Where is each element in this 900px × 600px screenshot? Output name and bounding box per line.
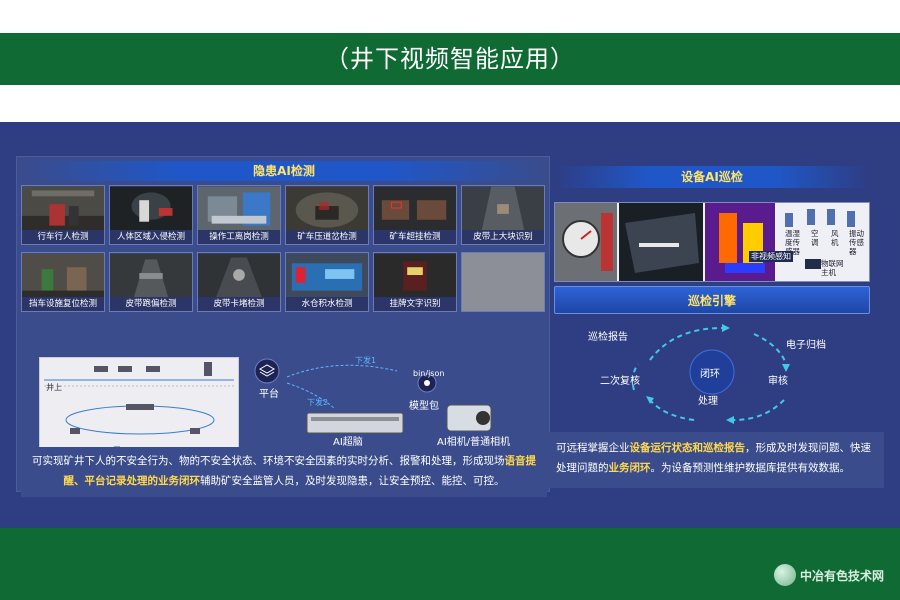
thumb-6[interactable]: 皮带上大块识别 [461, 185, 545, 245]
desc-text: 可远程掌握企业 [556, 442, 630, 454]
thumb-caption: 矿车压道岔检测 [286, 230, 368, 244]
thumb-caption: 挡车设施复位检测 [22, 297, 104, 311]
thumb-caption: 操作工离岗检测 [198, 230, 280, 244]
tunnel-photo [374, 186, 456, 232]
tunnel-photo [22, 186, 104, 232]
thumb-8[interactable]: 皮带跑偏检测 [109, 252, 193, 312]
inspection-image-strip: 温湿度传感器 空调 风机 振动传感器 非视频感知 物联网主机 [554, 202, 870, 282]
cycle-step-report: 巡检报告 [588, 332, 628, 343]
header-spacer [0, 85, 900, 122]
closed-loop-cycle: 闭环 巡检报告 电子归档 二次复核 审核 处理 [554, 320, 870, 430]
inspection-panel-title: 设备AI巡检 [554, 166, 870, 188]
site-logo: 中冶有色技术网 [773, 564, 884, 586]
desc-text: 可实现矿井下人的不安全行为、物的不安全状态、环境不安全因素的实时分析、报警和处理… [32, 455, 505, 467]
tunnel-photo [198, 253, 280, 299]
cycle-step-process: 处理 [698, 396, 718, 407]
page: （井下视频智能应用） 隐患AI检测 行车行人检测 人体区域入侵检测 操作工离岗检… [0, 0, 900, 600]
thumb-11[interactable]: 挂牌文字识别 [373, 252, 457, 312]
thumb-caption: 行车行人检测 [22, 230, 104, 244]
ai-camera-label: AI相机/普通相机 [437, 437, 511, 448]
desc-highlight: 业务闭环 [608, 462, 651, 474]
thumb-caption: 水仓积水检测 [286, 297, 368, 311]
inspection-engine-bar: 巡检引擎 [554, 286, 870, 314]
dispatch-1-label: 下发1 [355, 356, 377, 365]
tunnel-photo [286, 186, 368, 232]
thumb-3[interactable]: 操作工离岗检测 [197, 185, 281, 245]
inspection-description: 可远程掌握企业设备运行状态和巡检报告，形成及时发现问题、快速处理问题的业务闭环。… [548, 432, 884, 488]
thumb-caption: 人体区域入侵检测 [110, 230, 192, 244]
dispatch-2-label: 下发2 [307, 398, 329, 407]
desc-text: 辅助矿安全监管人员，及时发现隐患，让安全预控、能控、可控。 [200, 475, 505, 487]
tunnel-photo [462, 186, 544, 232]
thumb-caption: 挂牌文字识别 [374, 297, 456, 311]
tunnel-photo [110, 253, 192, 299]
thumb-1[interactable]: 行车行人检测 [21, 185, 105, 245]
tunnel-photo [286, 253, 368, 299]
cycle-step-archive: 电子归档 [786, 340, 826, 351]
desc-highlight: 设备运行状态和巡检报告 [629, 442, 746, 454]
cycle-step-review: 二次复核 [600, 376, 640, 387]
thumb-caption: 皮带跑偏检测 [110, 297, 192, 311]
ai-brain-label: AI超脑 [333, 437, 363, 448]
thumb-caption: 皮带上大块识别 [462, 230, 544, 244]
thumb-7[interactable]: 挡车设施复位检测 [21, 252, 105, 312]
page-title: （井下视频智能应用） [325, 45, 575, 73]
thumb-9[interactable]: 皮带卡堵检测 [197, 252, 281, 312]
ai-architecture-graphic [254, 358, 492, 434]
thumb-2[interactable]: 人体区域入侵检测 [109, 185, 193, 245]
thumb-placeholder [461, 252, 545, 312]
sensor-label: 空调 [811, 229, 819, 247]
thumb-4[interactable]: 矿车压道岔检测 [285, 185, 369, 245]
footer-band: 中冶有色技术网 [0, 528, 900, 600]
model-package-label: 模型包 [409, 401, 439, 412]
sensor-label: 振动传感器 [849, 229, 864, 256]
platform-label: 平台 [259, 389, 279, 400]
closed-loop-center: 闭环 [700, 369, 720, 380]
logo-text: 中冶有色技术网 [799, 568, 884, 583]
hazard-description: 可实现矿井下人的不安全行为、物的不安全状态、环境不安全因素的实时分析、报警和处理… [21, 447, 547, 497]
gateway-label: 物联网主机 [821, 259, 844, 277]
thumb-caption: 皮带卡堵检测 [198, 297, 280, 311]
logo-icon [773, 564, 796, 586]
thumb-10[interactable]: 水仓积水检测 [285, 252, 369, 312]
hazard-panel-title: 隐患AI检测 [21, 161, 547, 181]
device-inspection-panel: 设备AI巡检 温湿度传 器 空调 风机 振动传感器 非视频感知 物联网主机 巡检… [548, 162, 884, 492]
tunnel-photo [198, 186, 280, 232]
tunnel-photo [110, 186, 192, 232]
main-panel: 隐患AI检测 行车行人检测 人体区域入侵检测 操作工离岗检测 矿车压道岔检测 矿… [0, 122, 900, 528]
nonvideo-label: 非视频感知 [749, 251, 793, 262]
sensor-label: 风机 [831, 229, 839, 247]
thumb-caption: 矿车超挂检测 [374, 230, 456, 244]
thumb-5[interactable]: 矿车超挂检测 [373, 185, 457, 245]
tunnel-photo [374, 253, 456, 299]
tunnel-photo [22, 253, 104, 299]
desc-text: 。为设备预测性维护数据库提供有效数据。 [650, 462, 851, 474]
surface-label: 井上 [46, 383, 62, 392]
header-band: （井下视频智能应用） [0, 33, 900, 85]
hazard-detection-panel: 隐患AI检测 行车行人检测 人体区域入侵检测 操作工离岗检测 矿车压道岔检测 矿… [16, 156, 550, 497]
cycle-step-audit: 审核 [768, 376, 788, 387]
bin-json-label: bin/json [413, 369, 445, 378]
